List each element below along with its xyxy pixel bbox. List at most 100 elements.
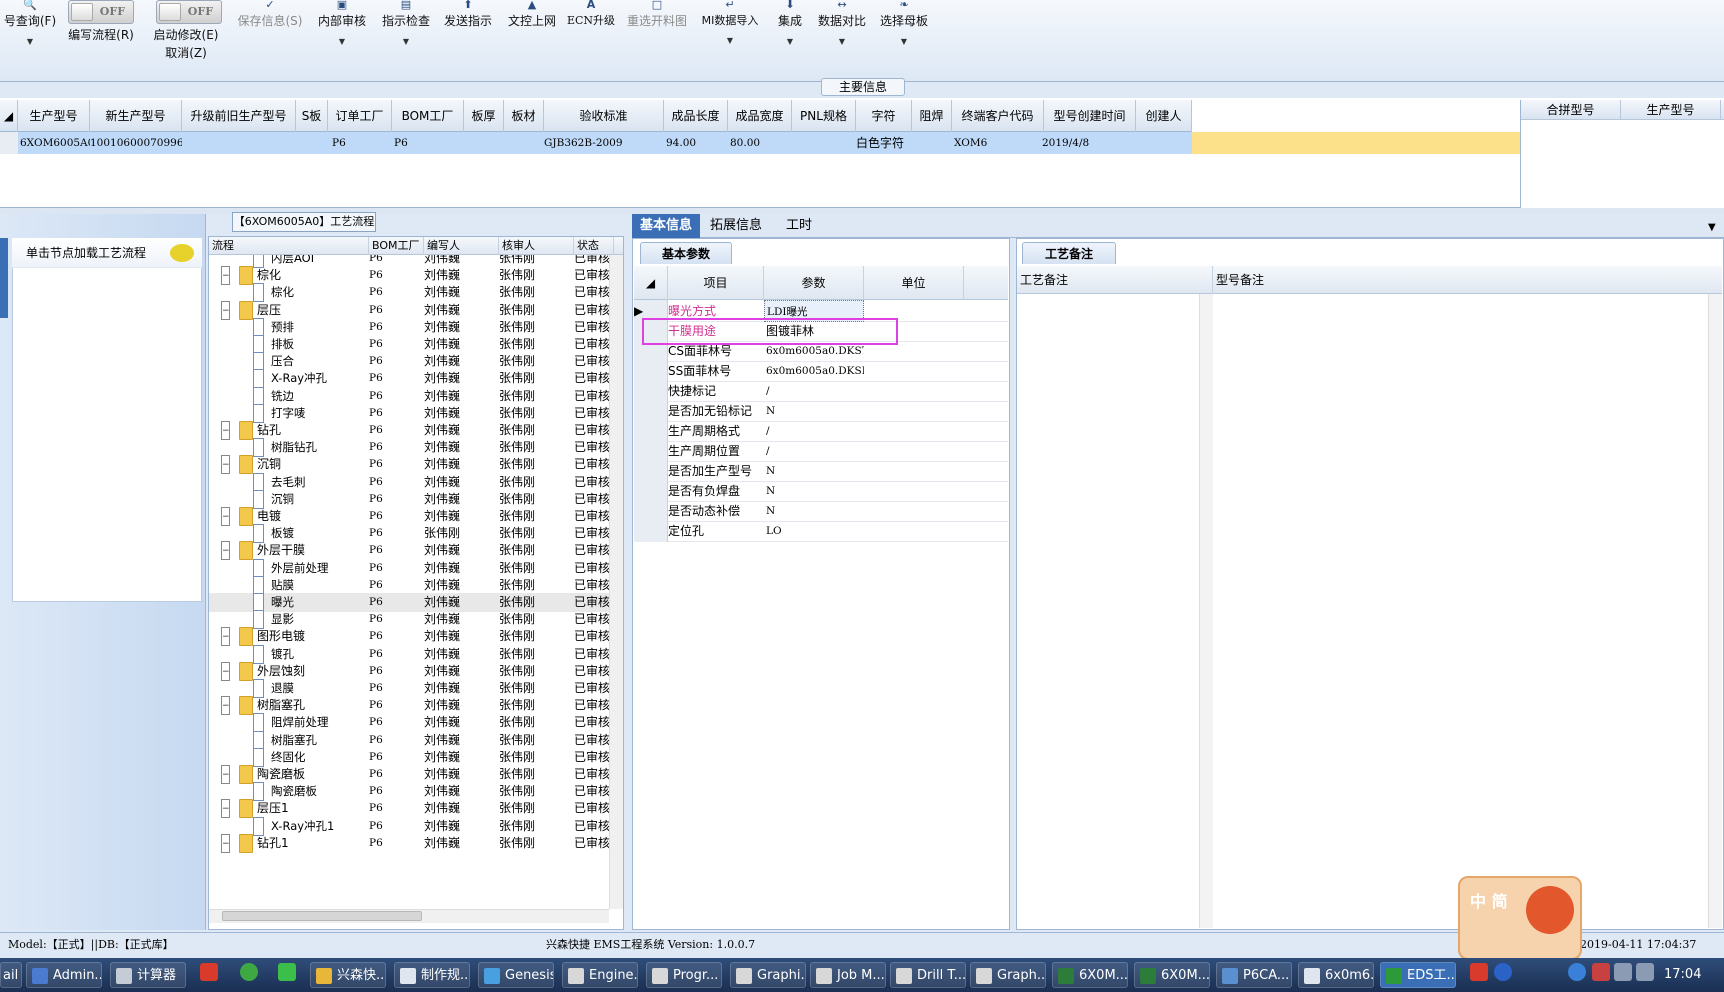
- param-value[interactable]: N: [764, 480, 864, 502]
- model-remark-field[interactable]: [1214, 294, 1706, 928]
- col-header[interactable]: 验收标准: [544, 100, 664, 132]
- volume-icon[interactable]: [1636, 963, 1654, 981]
- write-flow-toggle[interactable]: OFF: [68, 0, 134, 24]
- tray-icon[interactable]: [1568, 963, 1586, 981]
- param-value[interactable]: N: [764, 400, 864, 422]
- collapse-icon[interactable]: −: [221, 300, 230, 320]
- col-header[interactable]: 板厚: [464, 100, 504, 132]
- param-value[interactable]: /: [764, 380, 864, 402]
- help-icon[interactable]: [1494, 963, 1512, 981]
- taskbar-item[interactable]: Engine...: [562, 962, 638, 988]
- row-indicator[interactable]: [634, 480, 668, 502]
- param-unit[interactable]: [864, 460, 964, 482]
- col-header[interactable]: 新生产型号: [90, 100, 182, 132]
- param-unit[interactable]: [864, 520, 964, 542]
- col-header[interactable]: S板: [296, 100, 328, 132]
- param-value[interactable]: LO: [764, 520, 864, 542]
- tree-node[interactable]: 退膜 P6 刘伟巍 张伟刚 已审核: [209, 679, 613, 698]
- tree-node[interactable]: 压合 P6 刘伟巍 张伟刚 已审核: [209, 352, 613, 372]
- app-icon[interactable]: [240, 963, 258, 981]
- col-header[interactable]: PNL规格: [792, 100, 856, 132]
- tree-node[interactable]: 外层前处理 P6 刘伟巍 张伟刚 已审核: [209, 558, 613, 578]
- col-header[interactable]: 单位: [864, 266, 964, 300]
- sort-corner-icon[interactable]: ◢: [0, 100, 18, 132]
- table-row[interactable]: 6XOM6005A0 10010600070996 P6 P6 GJB362B-…: [18, 132, 1192, 154]
- row-indicator[interactable]: [634, 500, 668, 522]
- collapse-icon[interactable]: −: [221, 661, 230, 681]
- tree-node[interactable]: 棕化 P6 刘伟巍 张伟刚 已审核: [209, 283, 613, 303]
- collapse-icon[interactable]: −: [221, 799, 230, 819]
- vertical-scrollbar[interactable]: [1708, 294, 1722, 928]
- integrate-button[interactable]: ⬇ 集成 ▼: [770, 0, 810, 80]
- col-header[interactable]: 订单工厂: [328, 100, 392, 132]
- tree-node[interactable]: − 钻孔1 P6 刘伟巍 张伟刚 已审核: [209, 833, 613, 853]
- param-unit[interactable]: [864, 380, 964, 402]
- ime-s-icon[interactable]: [1470, 963, 1488, 981]
- collapse-icon[interactable]: −: [221, 455, 230, 475]
- taskbar-item[interactable]: Graphi...: [730, 962, 806, 988]
- param-unit[interactable]: [864, 420, 964, 442]
- param-row[interactable]: 是否加无铅标记 N: [634, 400, 1008, 422]
- param-row[interactable]: 是否加生产型号 N: [634, 460, 1008, 482]
- col-header[interactable]: 状态: [574, 237, 614, 255]
- tree-node[interactable]: − 树脂塞孔 P6 刘伟巍 张伟刚 已审核: [209, 696, 613, 716]
- taskbar-item[interactable]: Drill T...: [890, 962, 966, 988]
- row-indicator[interactable]: [634, 460, 668, 482]
- collapse-icon[interactable]: −: [221, 833, 230, 853]
- process-remark-field[interactable]: [1017, 294, 1199, 928]
- tab-basic-params[interactable]: 基本参数: [640, 242, 732, 264]
- tree-node[interactable]: − 电镀 P6 刘伟巍 张伟刚 已审核: [209, 507, 613, 526]
- param-unit[interactable]: [864, 360, 964, 382]
- row-indicator[interactable]: [634, 520, 668, 542]
- param-row[interactable]: 定位孔 LO: [634, 520, 1008, 542]
- tree-node[interactable]: X-Ray冲孔1 P6 刘伟巍 张伟刚 已审核: [209, 816, 613, 836]
- param-row[interactable]: 是否有负焊盘 N: [634, 480, 1008, 502]
- collapse-icon[interactable]: −: [221, 266, 230, 286]
- reselect-cut-chart-button[interactable]: □ 重选开料图: [624, 0, 690, 80]
- vertical-scrollbar[interactable]: [609, 255, 623, 909]
- taskbar-item[interactable]: Graph...: [970, 962, 1046, 988]
- taskbar-item[interactable]: Progr...: [646, 962, 722, 988]
- taskbar-item[interactable]: Admin...: [26, 962, 102, 988]
- col-header[interactable]: 流程: [209, 237, 369, 255]
- param-row[interactable]: SS面菲林号 6x0m6005a0.DKSB: [634, 360, 1008, 382]
- tree-node[interactable]: X-Ray冲孔 P6 刘伟巍 张伟刚 已审核: [209, 369, 613, 389]
- side-tab[interactable]: [0, 238, 8, 318]
- taskbar-item[interactable]: P6CA...: [1216, 962, 1292, 988]
- tree-node[interactable]: − 钻孔 P6 刘伟巍 张伟刚 已审核: [209, 421, 613, 440]
- col-header[interactable]: 工艺备注: [1017, 266, 1213, 294]
- collapse-icon[interactable]: −: [221, 421, 230, 440]
- row-indicator[interactable]: [634, 360, 668, 382]
- tray-icon[interactable]: [1592, 963, 1610, 981]
- col-header[interactable]: BOM工厂: [369, 237, 424, 255]
- collapse-icon[interactable]: −: [221, 696, 230, 716]
- query-button[interactable]: 🔍 号查询(F) ▼: [0, 0, 60, 80]
- col-header[interactable]: 型号创建时间: [1044, 100, 1136, 132]
- param-value[interactable]: /: [764, 440, 864, 462]
- col-header[interactable]: 型号备注: [1213, 266, 1513, 294]
- col-header[interactable]: 终端客户代码: [952, 100, 1044, 132]
- param-unit[interactable]: [864, 440, 964, 462]
- param-row[interactable]: 生产周期格式 /: [634, 420, 1008, 442]
- tab-basic-info[interactable]: 基本信息: [632, 214, 701, 238]
- tree-node[interactable]: − 棕化 P6 刘伟巍 张伟刚 已审核: [209, 266, 613, 286]
- collapse-icon[interactable]: −: [221, 507, 230, 526]
- tree-node[interactable]: 贴膜 P6 刘伟巍 张伟刚 已审核: [209, 575, 613, 595]
- col-header[interactable]: 成品长度: [664, 100, 728, 132]
- param-value[interactable]: N: [764, 500, 864, 522]
- tree-node[interactable]: 阻焊前处理 P6 刘伟巍 张伟刚 已审核: [209, 713, 613, 733]
- param-value[interactable]: /: [764, 420, 864, 442]
- col-header[interactable]: BOM工厂: [392, 100, 464, 132]
- data-compare-button[interactable]: ↔ 数据对比 ▼: [814, 0, 870, 80]
- col-header[interactable]: 创建人: [1136, 100, 1192, 132]
- tree-node[interactable]: 曝光 P6 刘伟巍 张伟刚 已审核: [209, 593, 613, 612]
- taskbar-item[interactable]: Genesis: [478, 962, 554, 988]
- col-header[interactable]: 生产型号: [1621, 100, 1721, 120]
- ime-mascot[interactable]: 中 简: [1458, 876, 1582, 960]
- col-header[interactable]: 板材: [504, 100, 544, 132]
- app-icon[interactable]: [278, 963, 296, 981]
- instruction-check-button[interactable]: ▤ 指示检查 ▼: [378, 0, 434, 80]
- param-unit[interactable]: [864, 400, 964, 422]
- tab-process-remarks[interactable]: 工艺备注: [1022, 242, 1116, 264]
- network-icon[interactable]: [1614, 963, 1632, 981]
